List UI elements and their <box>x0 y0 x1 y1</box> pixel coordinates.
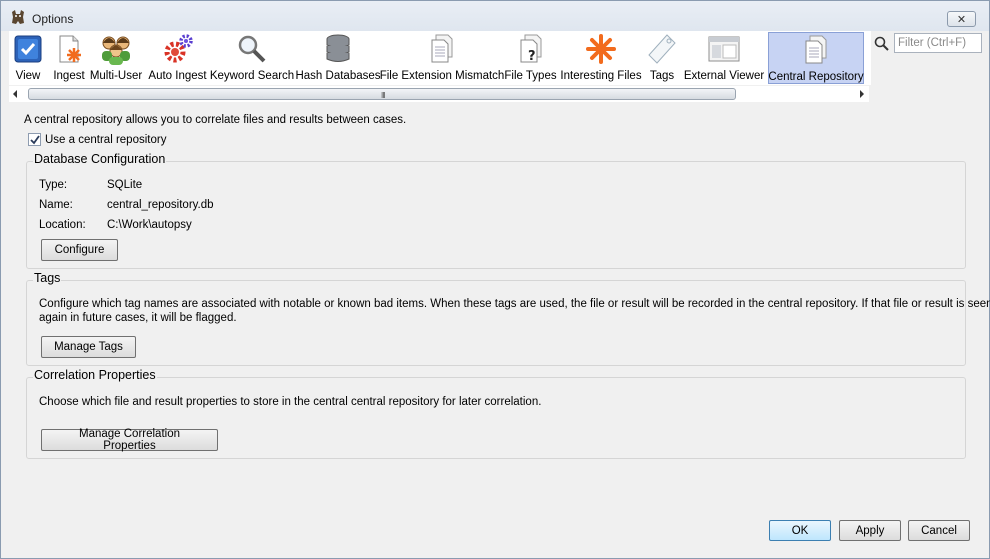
group-title: Database Configuration <box>33 152 167 166</box>
type-label: Type: <box>39 179 68 191</box>
ingest-icon <box>55 32 83 66</box>
group-title: Correlation Properties <box>33 368 157 382</box>
autopsy-dog-icon <box>12 10 24 24</box>
checkbox-label: Use a central repository <box>45 133 167 146</box>
external-viewer-icon <box>708 32 740 66</box>
close-button[interactable]: ✕ <box>947 11 976 27</box>
options-category-toolbar: View Ingest Multi-User Auto Ingest Keywo <box>9 31 871 85</box>
category-label: Hash Databases <box>295 70 381 82</box>
filter-input[interactable] <box>894 33 982 53</box>
category-label: Tags <box>649 70 675 82</box>
scroll-left-icon[interactable] <box>12 90 18 98</box>
scroll-grip: III <box>381 91 386 100</box>
auto-ingest-icon <box>162 32 194 66</box>
multi-user-icon <box>99 32 133 66</box>
scroll-thumb[interactable]: III <box>28 88 736 100</box>
configure-button[interactable]: Configure <box>41 239 118 261</box>
name-label: Name: <box>39 199 73 211</box>
location-value: C:\Work\autopsy <box>107 219 192 231</box>
tags-description: Configure which tag names are associated… <box>39 298 990 310</box>
search-icon <box>874 36 889 51</box>
title-bar: Options ✕ <box>1 1 989 31</box>
close-icon: ✕ <box>956 13 967 26</box>
category-external-viewer[interactable]: External Viewer <box>683 32 765 84</box>
file-types-icon: ? <box>517 32 545 66</box>
location-label: Location: <box>39 219 86 231</box>
cancel-button[interactable]: Cancel <box>908 520 970 541</box>
category-multi-user[interactable]: Multi-User <box>89 32 143 84</box>
group-title: Tags <box>33 271 62 285</box>
category-label: Interesting Files <box>560 70 642 82</box>
category-hash-databases[interactable]: Hash Databases <box>295 32 381 84</box>
tags-description-continued: again in future cases, it will be flagge… <box>39 312 237 324</box>
correlation-properties-group: Correlation Properties Choose which file… <box>26 368 966 459</box>
database-configuration-group: Database Configuration Type: SQLite Name… <box>26 152 966 269</box>
category-label: External Viewer <box>683 70 765 82</box>
correlation-description: Choose which file and result properties … <box>39 396 542 408</box>
file-extension-mismatch-icon <box>428 32 456 66</box>
checkbox-box[interactable] <box>28 133 41 146</box>
hash-databases-icon <box>324 32 352 66</box>
category-keyword-search[interactable]: Keyword Search <box>209 32 295 84</box>
ok-button[interactable]: OK <box>769 520 831 541</box>
checkmark-icon <box>29 134 40 144</box>
manage-correlation-properties-button[interactable]: Manage Correlation Properties <box>41 428 218 452</box>
svg-text:?: ? <box>528 49 536 64</box>
category-label: Ingest <box>53 70 85 82</box>
category-interesting-files[interactable]: Interesting Files <box>560 32 642 84</box>
intro-text: A central repository allows you to corre… <box>24 114 407 126</box>
category-label: View <box>15 70 41 82</box>
scroll-right-icon[interactable] <box>859 90 865 98</box>
category-ingest[interactable]: Ingest <box>50 32 88 84</box>
interesting-files-icon <box>585 32 617 66</box>
category-label: Central Repository <box>768 71 864 83</box>
tags-group: Tags Configure which tag names are assoc… <box>26 271 990 366</box>
type-value: SQLite <box>107 179 143 191</box>
apply-button[interactable]: Apply <box>839 520 901 541</box>
window-title: Options <box>32 12 74 26</box>
category-label: Auto Ingest <box>148 70 207 82</box>
category-label: File Extension Mismatch <box>379 70 505 82</box>
options-window: Options ✕ View Ingest Multi-User Auto In… <box>0 0 990 559</box>
category-label: File Types <box>504 70 557 82</box>
toolbar-scrollbar[interactable]: III <box>9 86 869 102</box>
use-central-repository-checkbox[interactable]: Use a central repository <box>28 133 166 146</box>
category-central-repository[interactable]: Central Repository <box>768 32 864 84</box>
category-label: Keyword Search <box>209 70 295 82</box>
central-repository-icon <box>802 33 830 67</box>
manage-tags-button[interactable]: Manage Tags <box>41 336 136 358</box>
category-file-types[interactable]: ? File Types <box>504 32 557 84</box>
keyword-search-icon <box>236 32 268 66</box>
tag-icon <box>647 32 677 66</box>
category-file-extension-mismatch[interactable]: File Extension Mismatch <box>380 32 504 84</box>
category-auto-ingest[interactable]: Auto Ingest <box>147 32 208 84</box>
name-value: central_repository.db <box>107 199 214 211</box>
category-label: Multi-User <box>89 70 143 82</box>
category-tags[interactable]: Tags <box>646 32 678 84</box>
view-icon <box>14 32 42 66</box>
category-view[interactable]: View <box>10 32 46 84</box>
